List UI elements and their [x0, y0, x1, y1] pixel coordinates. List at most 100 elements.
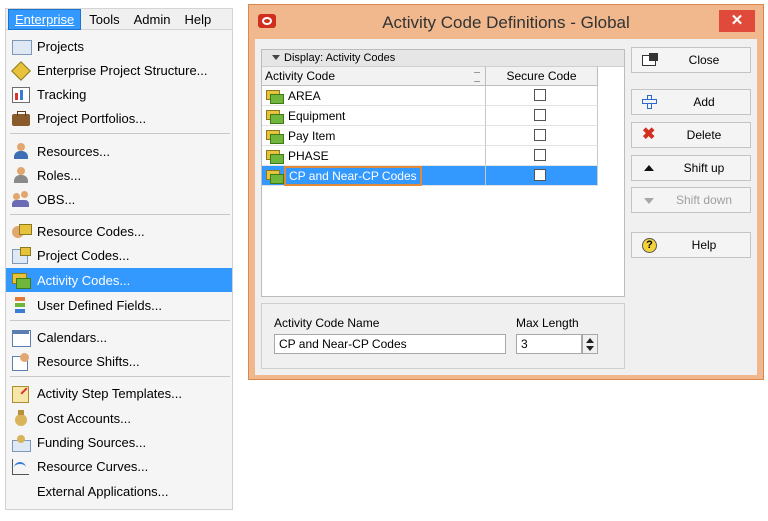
activity-code-grid: Display: Activity Codes Activity Code Se… [261, 49, 625, 297]
menu-item-roles[interactable]: Roles... [6, 163, 232, 187]
enterprise-menu: Projects Enterprise Project Structure...… [5, 30, 233, 510]
menu-item-calendars[interactable]: Calendars... [6, 325, 232, 349]
menu-item-label: External Applications... [37, 483, 169, 499]
menubar: Enterprise Tools Admin Help [5, 8, 233, 30]
menu-item-project-codes[interactable]: Project Codes... [6, 243, 232, 267]
editing-cell[interactable]: CP and Near-CP Codes [284, 165, 422, 186]
menu-item-label: Roles... [37, 167, 82, 183]
menu-item-obs[interactable]: OBS... [6, 187, 232, 211]
activity-code-icon [266, 149, 284, 164]
column-header-secure-code[interactable]: Secure Code [486, 67, 598, 86]
udf-icon [11, 296, 31, 314]
column-header-activity-code[interactable]: Activity Code [262, 67, 486, 86]
shift-down-button[interactable]: Shift down [631, 187, 751, 213]
dialog-title: Activity Code Definitions - Global [382, 13, 630, 32]
menu-item-resource-codes[interactable]: Resource Codes... [6, 219, 232, 243]
triangle-up-icon [642, 161, 658, 175]
dialog-titlebar: Activity Code Definitions - Global ✕ [249, 5, 763, 39]
curve-chart-icon [11, 457, 31, 475]
table-row[interactable]: AREA [262, 86, 598, 106]
max-length-field[interactable]: 3 [516, 334, 582, 354]
menu-item-label: Tracking [37, 86, 87, 102]
activity-code-icon [266, 129, 284, 144]
project-codes-icon [11, 246, 31, 264]
dialog-client: Display: Activity Codes Activity Code Se… [255, 39, 757, 375]
menu-item-tracking[interactable]: Tracking [6, 82, 232, 106]
role-person-icon [11, 166, 31, 184]
code-name-label: Activity Code Name [274, 316, 380, 330]
resource-shifts-icon [11, 352, 31, 371]
menu-item-udf[interactable]: User Defined Fields... [6, 293, 232, 317]
folder-icon [11, 37, 32, 55]
display-options-bar[interactable]: Display: Activity Codes [262, 50, 624, 67]
money-bag-icon [11, 409, 31, 427]
table-row-selected[interactable]: CP and Near-CP Codes [262, 165, 598, 186]
display-label: Display: Activity Codes [284, 52, 396, 64]
secure-code-checkbox[interactable] [534, 169, 546, 181]
menu-separator [10, 214, 230, 215]
menu-item-portfolios[interactable]: Project Portfolios... [6, 106, 232, 130]
activity-code-icon [266, 109, 284, 124]
menu-item-resource-shifts[interactable]: Resource Shifts... [6, 349, 232, 373]
add-button[interactable]: Add [631, 89, 751, 115]
menu-item-label: Resource Shifts... [37, 353, 140, 369]
menu-item-resources[interactable]: Resources... [6, 139, 232, 163]
menu-separator [10, 376, 230, 377]
close-button[interactable]: Close [631, 47, 751, 73]
menu-item-label: Project Codes... [37, 247, 130, 263]
table-row[interactable]: Equipment [262, 106, 598, 126]
secure-code-checkbox[interactable] [534, 129, 546, 141]
spin-down-icon[interactable] [586, 346, 594, 351]
delete-button[interactable]: ✖ Delete [631, 122, 751, 148]
menu-item-resource-curves[interactable]: Resource Curves... [6, 454, 232, 478]
close-window-icon [642, 53, 658, 67]
code-detail-panel: Activity Code Name CP and Near-CP Codes … [261, 303, 625, 369]
resource-codes-icon [11, 222, 32, 240]
plus-icon [642, 95, 658, 109]
menu-item-step-templates[interactable]: Activity Step Templates... [6, 381, 232, 405]
menu-item-projects[interactable]: Projects [6, 34, 232, 58]
menu-item-activity-codes[interactable]: Activity Codes... [6, 268, 232, 292]
help-question-icon: ? [642, 238, 658, 253]
table-row[interactable]: PHASE [262, 146, 598, 166]
activity-code-icon [266, 89, 284, 104]
menu-tools[interactable]: Tools [83, 10, 125, 29]
max-length-label: Max Length [516, 316, 579, 330]
menu-item-label: Resource Curves... [37, 458, 149, 474]
menu-item-eps[interactable]: Enterprise Project Structure... [6, 58, 232, 82]
eps-icon [11, 61, 31, 81]
menu-item-label: Cost Accounts... [37, 410, 131, 426]
secure-code-checkbox[interactable] [534, 89, 546, 101]
menu-item-external-applications[interactable]: External Applications... [6, 479, 232, 503]
secure-code-checkbox[interactable] [534, 109, 546, 121]
column-grip-icon [474, 72, 480, 82]
menu-item-label: Projects [37, 38, 84, 54]
spin-up-icon[interactable] [586, 338, 594, 343]
obs-people-icon [11, 190, 31, 208]
activity-code-definitions-dialog: Activity Code Definitions - Global ✕ Dis… [248, 4, 764, 380]
calendar-icon [11, 328, 31, 347]
menu-admin[interactable]: Admin [128, 10, 177, 29]
chevron-down-icon [272, 55, 280, 60]
menu-help[interactable]: Help [178, 10, 217, 29]
menu-item-label: Funding Sources... [37, 434, 147, 450]
delete-x-icon: ✖ [642, 126, 656, 143]
activity-code-icon [266, 169, 284, 184]
code-name-field[interactable]: CP and Near-CP Codes [274, 334, 506, 354]
secure-code-checkbox[interactable] [534, 149, 546, 161]
menu-item-label: Resources... [37, 143, 110, 159]
table-row[interactable]: Pay Item [262, 126, 598, 146]
menu-enterprise[interactable]: Enterprise [8, 8, 82, 30]
menu-item-funding-sources[interactable]: Funding Sources... [6, 430, 232, 454]
tracking-chart-icon [11, 85, 31, 103]
menu-item-label: Enterprise Project Structure... [37, 62, 208, 78]
shift-up-button[interactable]: Shift up [631, 155, 751, 181]
activity-codes-icon [11, 271, 31, 289]
briefcase-icon [11, 109, 31, 127]
help-button[interactable]: ? Help [631, 232, 751, 258]
menu-item-label: User Defined Fields... [37, 297, 162, 313]
menu-item-label: OBS... [37, 191, 76, 207]
menu-item-cost-accounts[interactable]: Cost Accounts... [6, 406, 232, 430]
max-length-stepper[interactable] [582, 334, 598, 354]
window-close-button[interactable]: ✕ [719, 10, 755, 32]
